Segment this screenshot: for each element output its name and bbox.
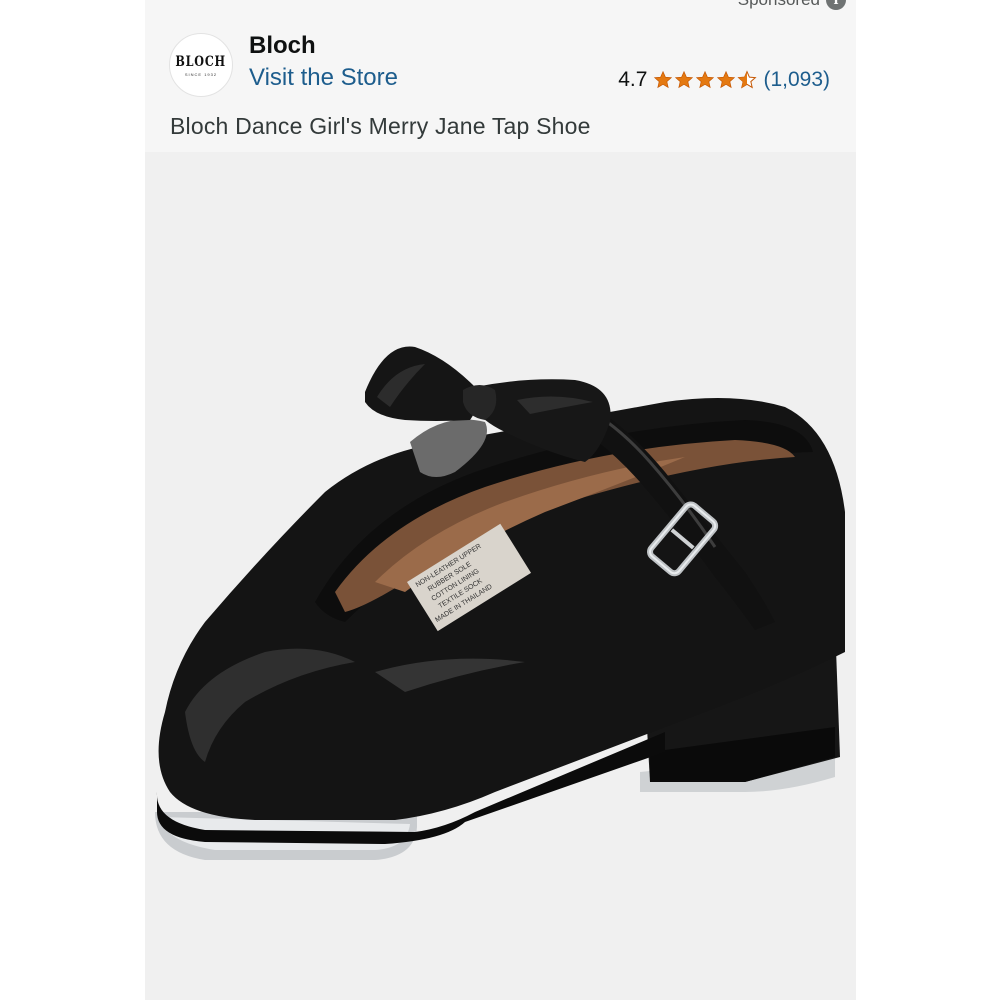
sponsored-text: Sponsored [738, 0, 820, 10]
rating-value: 4.7 [618, 68, 648, 91]
star-rating [653, 70, 758, 90]
info-icon[interactable]: i [826, 0, 846, 10]
product-image[interactable]: NON-LEATHER UPPER RUBBER SOLE COTTON LIN… [145, 152, 856, 1000]
brand-logo-text: BLOCH [175, 53, 227, 70]
product-card: Sponsored i BLOCH SINCE 1932 Bloch Visit… [145, 0, 856, 1000]
brand-name[interactable]: Bloch [249, 32, 316, 60]
brand-logo-subtext: SINCE 1932 [184, 71, 218, 77]
visit-store-link[interactable]: Visit the Store [249, 64, 398, 92]
tap-shoe-image: NON-LEATHER UPPER RUBBER SOLE COTTON LIN… [155, 346, 846, 860]
half-star-icon [737, 70, 758, 90]
brand-logo[interactable]: BLOCH SINCE 1932 [169, 33, 233, 97]
product-title[interactable]: Bloch Dance Girl's Merry Jane Tap Shoe [170, 113, 591, 140]
sponsored-label[interactable]: Sponsored i [738, 0, 846, 12]
star-icon [716, 70, 736, 90]
rating[interactable]: 4.7 (1,093) [618, 68, 830, 92]
review-count[interactable]: (1,093) [763, 68, 830, 92]
star-icon [695, 70, 715, 90]
star-icon [653, 70, 673, 90]
star-icon [674, 70, 694, 90]
